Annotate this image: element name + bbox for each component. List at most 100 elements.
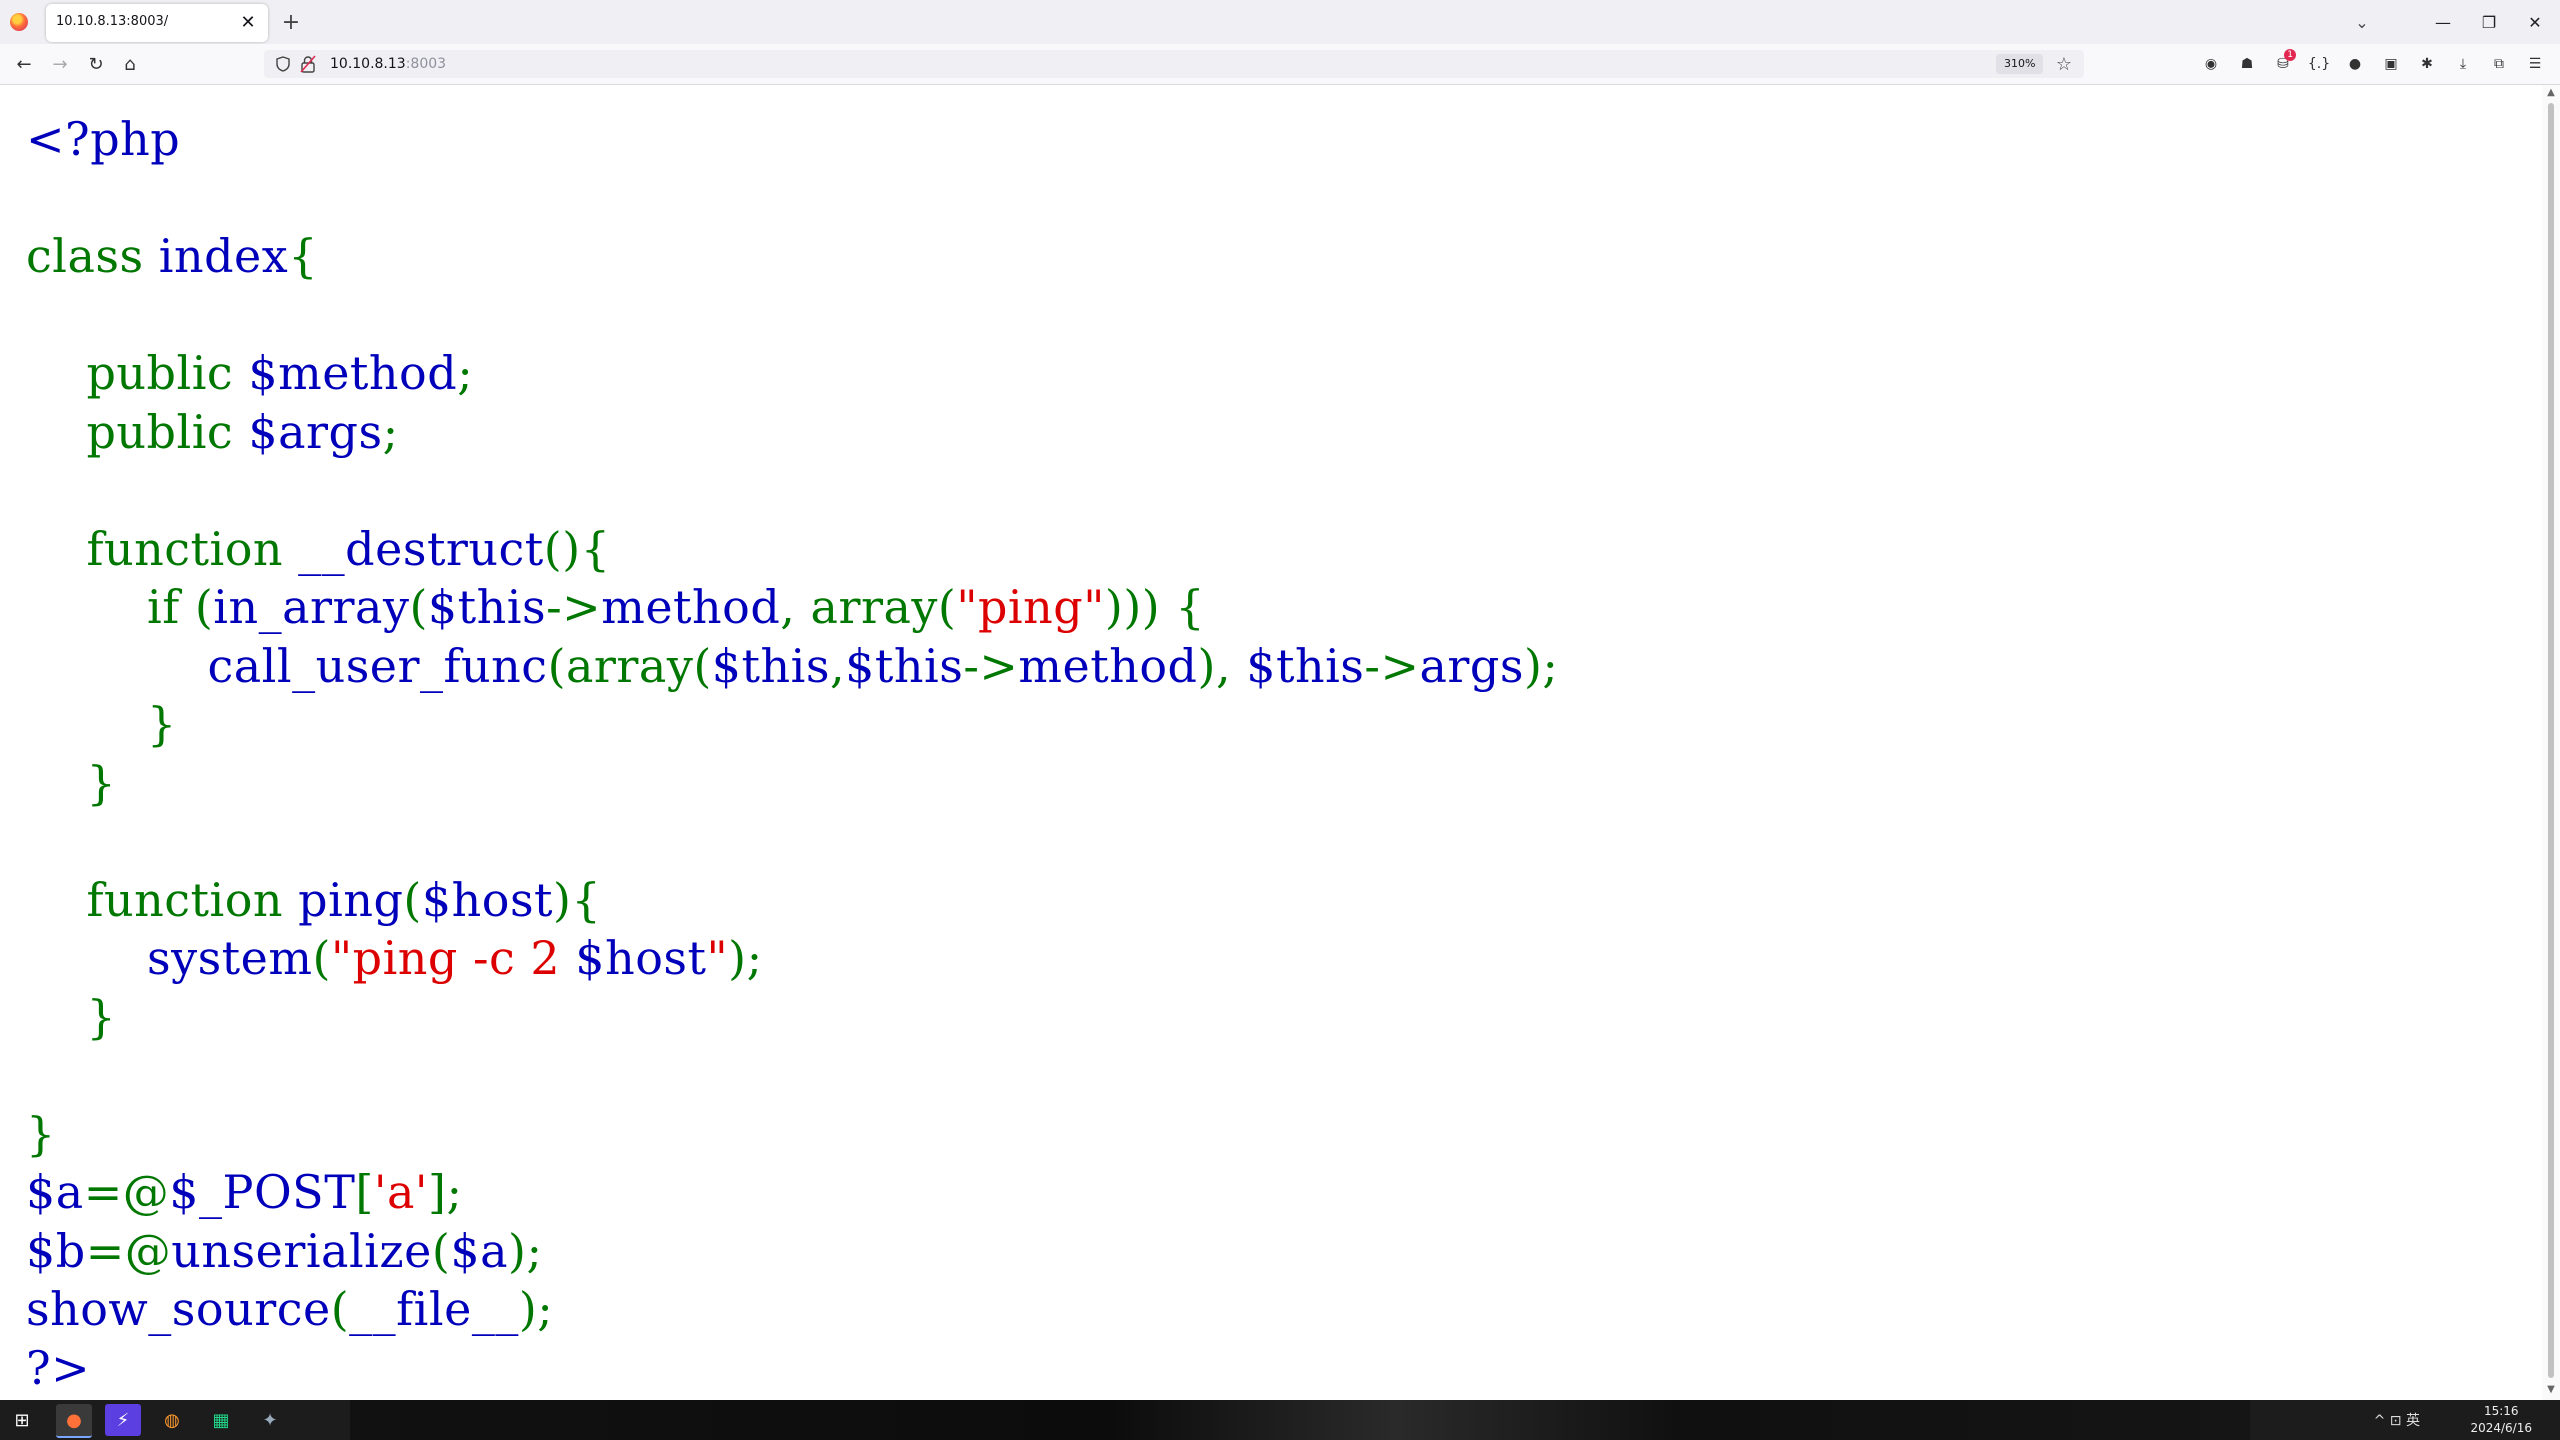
tab-list-chevron-icon[interactable]: ⌄ — [2350, 10, 2374, 34]
circle-extension-glyph: ◉ — [2204, 56, 2218, 72]
bookmark-star-icon[interactable]: ☆ — [2052, 52, 2076, 76]
code-token: unserialize — [171, 1223, 432, 1278]
code-line: $b=@unserialize($a); — [26, 1222, 1558, 1281]
tab-close-icon[interactable]: ✕ — [236, 10, 260, 34]
code-token: function — [26, 521, 299, 576]
code-token: ( — [431, 1223, 451, 1278]
code-token: call_user_func — [26, 638, 548, 693]
code-token: public — [26, 346, 249, 400]
cookie-extension-glyph: ● — [2348, 56, 2362, 72]
system-tray[interactable]: ^ ⊡ 英 — [2374, 1410, 2420, 1430]
menu-icon[interactable]: ☰ — [2522, 51, 2548, 77]
url-text[interactable]: 10.10.8.13:8003 — [330, 56, 446, 72]
clock-time: 15:16 — [2483, 1404, 2519, 1418]
scroll-down-arrow-icon[interactable]: ▼ — [2544, 1384, 2558, 1398]
code-token: ( — [330, 1282, 350, 1336]
firefox-taskbar-icon[interactable]: ● — [56, 1404, 92, 1438]
code-token: in_array — [213, 580, 410, 634]
chrome-taskbar-icon[interactable]: ◍ — [154, 1404, 190, 1436]
code-token: ?> — [26, 1340, 91, 1395]
code-line: public $args; — [26, 403, 1558, 462]
php-source-code: <?php class index{ public $method; public… — [26, 110, 1558, 1397]
code-token: } — [26, 755, 117, 810]
gear-extension-glyph: ✱ — [2421, 56, 2433, 72]
start-button-icon[interactable]: ⊞ — [4, 1404, 40, 1436]
code-token: =@ — [85, 1223, 172, 1278]
code-token: -> — [1364, 638, 1420, 693]
code-token: $method — [248, 346, 458, 400]
app-taskbar-icon[interactable]: ✦ — [252, 1404, 288, 1436]
code-token: array — [810, 580, 938, 634]
minimize-button[interactable]: — — [2420, 6, 2466, 38]
code-token: (){ — [543, 521, 611, 576]
code-token: } — [26, 989, 117, 1044]
reload-button[interactable]: ↻ — [82, 50, 110, 78]
code-token: $this — [427, 580, 547, 634]
braces-extension-icon[interactable]: {.} — [2306, 51, 2332, 77]
code-line: show_source(__file__); — [26, 1280, 1558, 1339]
code-line: ?> — [26, 1339, 1558, 1398]
code-line: function __destruct(){ — [26, 520, 1558, 579]
code-token: $this — [845, 638, 964, 693]
clock-date: 2024/6/16 — [2470, 1421, 2532, 1435]
code-token: $a — [26, 1165, 84, 1219]
code-token: __destruct — [298, 521, 544, 576]
code-token: if — [26, 580, 195, 634]
hat-extension-icon[interactable]: ☗ — [2234, 51, 2260, 77]
code-token: ]; — [428, 1165, 463, 1219]
code-line: } — [26, 1105, 1558, 1164]
pycharm-taskbar-icon[interactable]: ▦ — [203, 1404, 239, 1436]
code-line: $a=@$_POST['a']; — [26, 1163, 1558, 1222]
extensions-puzzle-icon[interactable]: ⧉ — [2486, 51, 2512, 77]
code-token: ( — [409, 580, 428, 634]
vertical-scrollbar[interactable]: ▲ ▼ — [2542, 85, 2560, 1400]
gear-extension-icon[interactable]: ✱ — [2414, 51, 2440, 77]
forward-button[interactable]: → — [46, 50, 74, 78]
code-token: , — [780, 580, 811, 634]
container-extension-icon[interactable]: ▣ — [2378, 51, 2404, 77]
home-button[interactable]: ⌂ — [116, 50, 144, 78]
code-token: $b — [26, 1223, 86, 1278]
tracking-shield-icon[interactable] — [276, 56, 290, 72]
scroll-up-arrow-icon[interactable]: ▲ — [2544, 87, 2558, 101]
braces-extension-glyph: {.} — [2307, 56, 2331, 72]
downloads-icon[interactable]: ⤓ — [2450, 51, 2476, 77]
code-token: ); — [1523, 638, 1559, 693]
extension-badge: 1 — [2284, 49, 2296, 61]
code-token: <?php — [26, 112, 181, 166]
insecure-lock-icon[interactable] — [300, 55, 316, 73]
code-token: { — [288, 229, 318, 283]
badge-extension-icon[interactable]: ⛁ 1 — [2270, 49, 2296, 77]
close-window-button[interactable]: ✕ — [2512, 6, 2558, 38]
code-token: $_POST — [169, 1165, 356, 1219]
lightning-app-taskbar-icon[interactable]: ⚡ — [105, 1404, 141, 1436]
zoom-level-button[interactable]: 310% — [1996, 54, 2044, 74]
code-token: ; — [382, 404, 399, 459]
code-token: system — [26, 931, 313, 985]
restore-button[interactable]: ❐ — [2466, 6, 2512, 38]
code-token: ), — [1197, 638, 1247, 693]
code-token: 'a' — [373, 1165, 429, 1219]
code-token: ping — [298, 872, 404, 927]
browser-tab[interactable]: 10.10.8.13:8003/ ✕ — [46, 4, 268, 42]
system-clock[interactable]: 15:16 2024/6/16 — [2470, 1403, 2532, 1437]
back-button[interactable]: ← — [10, 50, 38, 78]
code-token: function — [26, 872, 299, 927]
code-token: public — [26, 404, 249, 459]
scrollbar-thumb[interactable] — [2548, 103, 2554, 1378]
new-tab-button[interactable]: + — [279, 10, 303, 35]
downloads-glyph: ⤓ — [2459, 56, 2467, 72]
windows-taskbar: ⊞ ● ⚡ ◍ ▦ ✦ ^ ⊡ 英 15:16 2024/6/16 — [0, 1400, 2560, 1440]
address-bar[interactable]: 10.10.8.13:8003 310% ☆ — [264, 50, 2084, 78]
code-token: args — [1419, 638, 1524, 693]
cookie-extension-icon[interactable]: ● — [2342, 51, 2368, 77]
code-token: [ — [355, 1165, 374, 1219]
code-token: method — [1018, 638, 1198, 693]
circle-extension-icon[interactable]: ◉ — [2198, 51, 2224, 77]
code-token: =@ — [83, 1165, 170, 1219]
hat-extension-glyph: ☗ — [2240, 56, 2254, 72]
code-token: index — [158, 229, 289, 283]
